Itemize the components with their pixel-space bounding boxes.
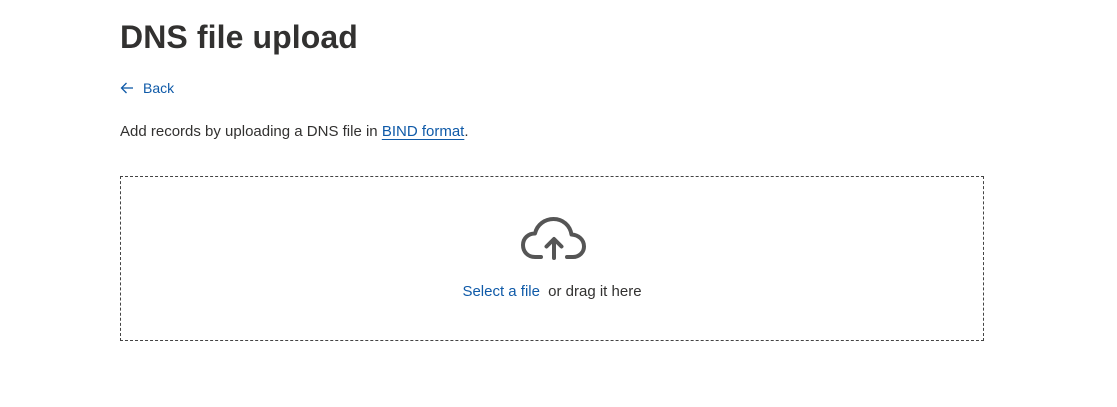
description-suffix: . — [464, 123, 469, 140]
dropzone-text: Select a file or drag it here — [121, 282, 983, 302]
bind-format-link[interactable]: BIND format — [382, 123, 465, 140]
file-dropzone[interactable]: Select a file or drag it here — [120, 176, 984, 341]
drag-hint: or drag it here — [548, 283, 642, 300]
description-prefix: Add records by uploading a DNS file in — [120, 123, 382, 140]
arrow-left-icon — [120, 82, 134, 94]
cloud-upload-icon — [521, 217, 587, 266]
page-title: DNS file upload — [120, 19, 358, 55]
select-file-link[interactable]: Select a file — [462, 283, 540, 300]
back-link[interactable]: Back — [120, 80, 174, 96]
back-label: Back — [143, 80, 175, 96]
description: Add records by uploading a DNS file in B… — [120, 122, 469, 142]
